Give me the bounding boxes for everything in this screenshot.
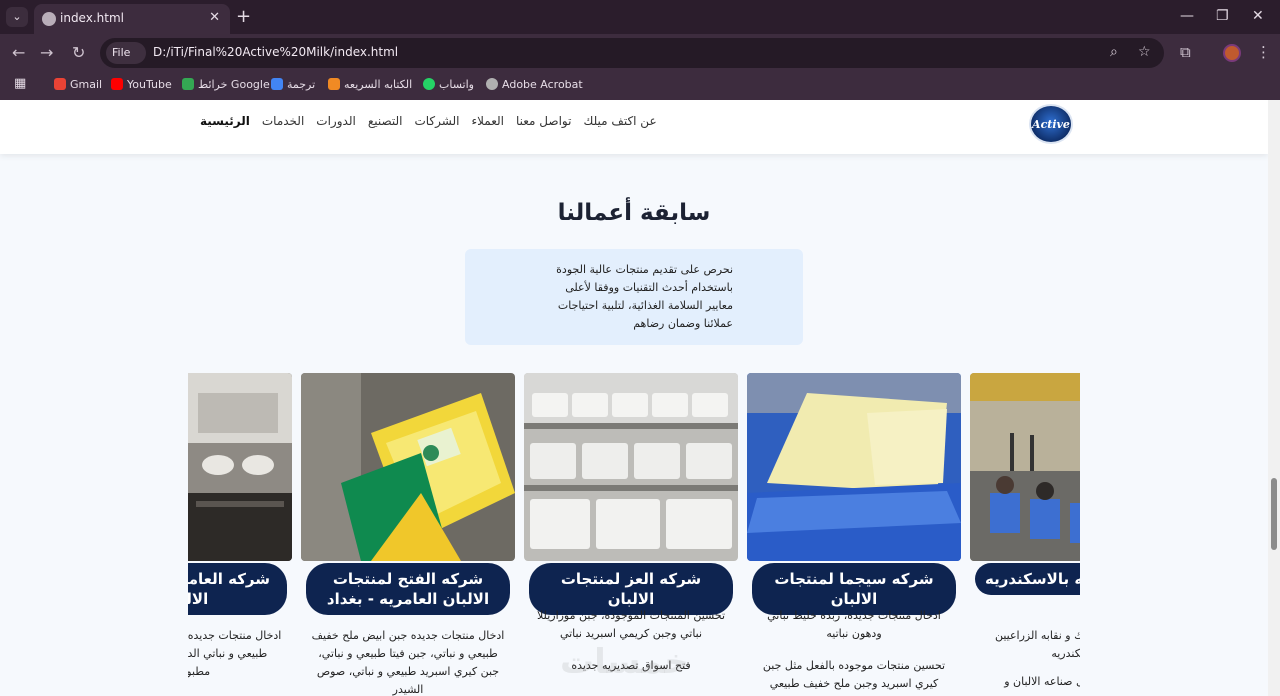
zoom-icon[interactable]: ⌕ [1110,44,1118,60]
card-title: شركه الفتح لمنتجات الالبان العامريه - بغ… [306,563,510,615]
page-scrollbar[interactable] [1268,100,1280,696]
card-photo-butter [747,373,961,561]
apps-grid-icon[interactable]: ▦ [14,76,26,91]
bookmark-label: Adobe Acrobat [502,78,583,91]
browser-tabbar: ⌄ index.html ✕ + — ❐ ✕ [0,0,1280,34]
youtube-icon [111,78,123,90]
browser-tab[interactable]: index.html ✕ [34,4,230,34]
card-photo-trays [524,373,738,561]
intro-box: نحرص على تقديم منتجات عالية الجودة باستخ… [465,249,803,345]
card-photo-cheese [301,373,515,561]
address-bar[interactable]: File D:/iTi/Final%20Active%20Milk/index.… [100,38,1164,68]
card-photo-hall [970,373,1080,561]
portfolio-card[interactable]: شركه سيجما لمنتجات الالبان ادخال منتجات … [747,373,961,696]
tab-search-button[interactable]: ⌄ [6,7,28,27]
card-description: ادخال منتجات جديده جبن ابيض ملح خفيف طبي… [311,629,505,696]
bookmark-fast-writing[interactable]: الكتابه السريعه [328,78,412,91]
window-close-icon[interactable]: ✕ [1252,8,1264,24]
nav-contact[interactable]: تواصل معنا [516,114,571,128]
gmail-icon [54,78,66,90]
bookmark-label: الكتابه السريعه [344,78,413,91]
adobe-icon [486,78,498,90]
bookmark-adobe[interactable]: Adobe Acrobat [486,78,583,91]
main-nav: الرئيسية الخدمات الدورات التصنيع الشركات… [200,114,657,128]
globe-icon [42,12,56,26]
card-description: شراكه اكتيف ميلك و نقابه الزراعيين بالاس… [994,629,1080,660]
new-tab-button[interactable]: + [236,6,251,27]
reload-icon[interactable]: ↻ [72,43,85,62]
bookmark-maps[interactable]: خرائط Google [182,78,270,91]
nav-services[interactable]: الخدمات [262,114,304,128]
site-info-chip[interactable]: File [106,42,146,64]
fast-writing-icon [328,78,340,90]
menu-icon[interactable]: ⋮ [1256,43,1271,61]
extensions-icon[interactable]: ⧉ [1180,43,1191,61]
bookmarks-bar: ▦ Gmail YouTube خرائط Google ترجمة الكتا… [0,72,1280,100]
card-description: ادخال منتجات جديده جبن ابيض ملح خفيف طبي… [188,629,282,678]
card-description-2: تدريب في مجال صناعه الالبان و [1004,675,1080,688]
close-icon[interactable]: ✕ [209,10,220,25]
tab-title: index.html [60,11,124,25]
maximize-icon[interactable]: ❐ [1216,8,1229,24]
logo-text: Active [1032,117,1070,131]
card-title: كليه الزراعيه بالاسكندريه [975,563,1080,595]
portfolio-card[interactable]: كليه الزراعيه بالاسكندريه شراكه اكتيف مي… [970,373,1080,696]
portfolio-card[interactable]: شركه العامريه لمنتجات الالبان ادخال منتج… [188,373,292,696]
nav-manufacturing[interactable]: التصنيع [368,114,403,128]
card-title: شركه العامريه لمنتجات الالبان [188,563,287,615]
section-title: سابقة أعمالنا [557,200,711,226]
back-icon[interactable]: ← [12,43,25,62]
bookmark-label: ترجمة [287,78,316,91]
portfolio-card[interactable]: شركه الفتح لمنتجات الالبان العامريه - بغ… [301,373,515,696]
whatsapp-icon [423,78,435,90]
bookmark-youtube[interactable]: YouTube [111,78,172,91]
card-description: تحسين المنتجات الموجوده، جبن موزاريللا ن… [536,609,726,640]
watermark: خمسات [560,642,689,682]
browser-toolbar: ← → ↻ File D:/iTi/Final%20Active%20Milk/… [0,34,1280,72]
minimize-icon[interactable]: — [1180,8,1194,24]
bookmark-label: خرائط Google [198,78,270,91]
bookmark-translate[interactable]: ترجمة [271,78,315,91]
card-photo-machine [188,373,292,561]
scrollbar-thumb[interactable] [1271,478,1277,550]
nav-about[interactable]: عن اكتف ميلك [583,114,656,128]
bookmark-gmail[interactable]: Gmail [54,78,102,91]
bookmark-star-icon[interactable]: ☆ [1138,44,1151,60]
translate-icon [271,78,283,90]
site-logo[interactable]: Active [1029,104,1073,144]
forward-icon[interactable]: → [40,43,53,62]
site-header: Active الرئيسية الخدمات الدورات التصنيع … [0,100,1268,154]
file-chip-label: File [112,46,131,59]
nav-home[interactable]: الرئيسية [200,114,250,128]
bookmark-label: YouTube [127,78,172,91]
profile-avatar[interactable] [1223,44,1241,62]
bookmark-whatsapp[interactable]: واتساب [423,78,474,91]
nav-clients[interactable]: العملاء [471,114,504,128]
maps-icon [182,78,194,90]
card-description: ادخال منتجات جديده، زبده خليط نباتي ودهو… [767,609,941,640]
nav-courses[interactable]: الدورات [316,114,356,128]
page-viewport: Active الرئيسية الخدمات الدورات التصنيع … [0,100,1268,696]
url-text[interactable]: D:/iTi/Final%20Active%20Milk/index.html [153,45,398,59]
nav-companies[interactable]: الشركات [414,114,459,128]
card-description-2: تحسين منتجات موجوده بالفعل مثل جبن كيري … [762,659,946,690]
bookmark-label: واتساب [439,78,474,91]
bookmark-label: Gmail [70,78,103,91]
